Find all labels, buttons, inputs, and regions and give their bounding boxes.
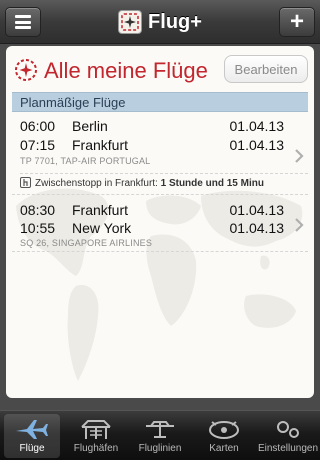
page-title: Alle meine Flüge	[44, 58, 208, 83]
tab-label: Flüge	[19, 443, 45, 454]
flight-row[interactable]: 08:30 Frankfurt 01.04.13 10:55 New York …	[12, 196, 308, 252]
stopover-info: Zwischenstopp in Frankfurt: 1 Stunde und…	[20, 173, 308, 191]
flight-stamp-icon	[15, 59, 37, 81]
departure-date: 01.04.13	[229, 202, 285, 218]
tab-maps[interactable]: Karten	[192, 411, 256, 460]
departure-time: 06:00	[20, 118, 56, 134]
arrival-city: Frankfurt	[72, 137, 129, 153]
departure-line: 08:30 Frankfurt 01.04.13	[20, 202, 308, 220]
departure-date: 01.04.13	[229, 118, 285, 134]
tab-label: Karten	[209, 443, 239, 454]
departure-line: 06:00 Berlin 01.04.13	[20, 118, 308, 136]
tab-airports[interactable]: Flughäfen	[64, 411, 128, 460]
flights-card: Alle meine Flüge Bearbeiten Planmäßige F…	[6, 46, 314, 398]
app-title: Flug+	[148, 10, 202, 33]
tab-label: Fluglinien	[138, 443, 182, 454]
stopover-duration: 1 Stunde und 15 Minu	[160, 178, 264, 189]
tab-airlines[interactable]: Fluglinien	[128, 411, 192, 460]
section-header-scheduled: Planmäßige Flüge	[12, 92, 308, 112]
tab-label: Flughäfen	[73, 443, 119, 454]
arrival-line: 10:55 New York 01.04.13	[20, 220, 308, 238]
title-area: Flug+	[0, 0, 320, 44]
departure-city: Berlin	[72, 118, 108, 134]
app-logo-icon	[118, 10, 143, 34]
flight-row[interactable]: 06:00 Berlin 01.04.13 07:15 Frankfurt 01…	[12, 113, 308, 195]
tab-label: Einstellungen	[257, 443, 319, 454]
arrival-time: 10:55	[20, 220, 56, 236]
arrival-time: 07:15	[20, 137, 56, 153]
stopover-icon	[20, 177, 31, 188]
airline-info: TP 7701, TAP-AIR PORTUGAL	[20, 156, 151, 166]
chevron-right-icon	[295, 149, 304, 163]
card-header: Alle meine Flüge Bearbeiten	[6, 46, 314, 92]
arrival-city: New York	[72, 220, 132, 236]
gear-icon	[277, 421, 299, 438]
arrival-line: 07:15 Frankfurt 01.04.13	[20, 137, 308, 155]
menu-button[interactable]	[5, 7, 41, 37]
airline-info: SQ 26, SINGAPORE AIRLINES	[20, 238, 153, 248]
departure-city: Frankfurt	[72, 202, 129, 218]
arrival-date: 01.04.13	[229, 220, 285, 236]
tab-bar: Flüge Flughäfen Fluglinien Karten Einste…	[0, 410, 320, 460]
tab-flights[interactable]: Flüge	[0, 411, 64, 460]
edit-button[interactable]: Bearbeiten	[224, 55, 308, 83]
add-flight-button[interactable]: +	[279, 7, 315, 37]
plus-icon: +	[289, 8, 304, 35]
menu-icon	[15, 15, 31, 29]
airline-icon	[146, 421, 174, 438]
tab-settings[interactable]: Einstellungen	[256, 411, 320, 460]
stopover-text: Zwischenstopp in Frankfurt:	[35, 178, 161, 189]
airport-icon	[81, 420, 111, 439]
map-icon	[209, 421, 239, 439]
chevron-right-icon	[295, 218, 304, 232]
top-bar: Flug+ +	[0, 0, 320, 44]
arrival-date: 01.04.13	[229, 137, 285, 153]
departure-time: 08:30	[20, 202, 56, 218]
plane-icon	[16, 420, 48, 439]
